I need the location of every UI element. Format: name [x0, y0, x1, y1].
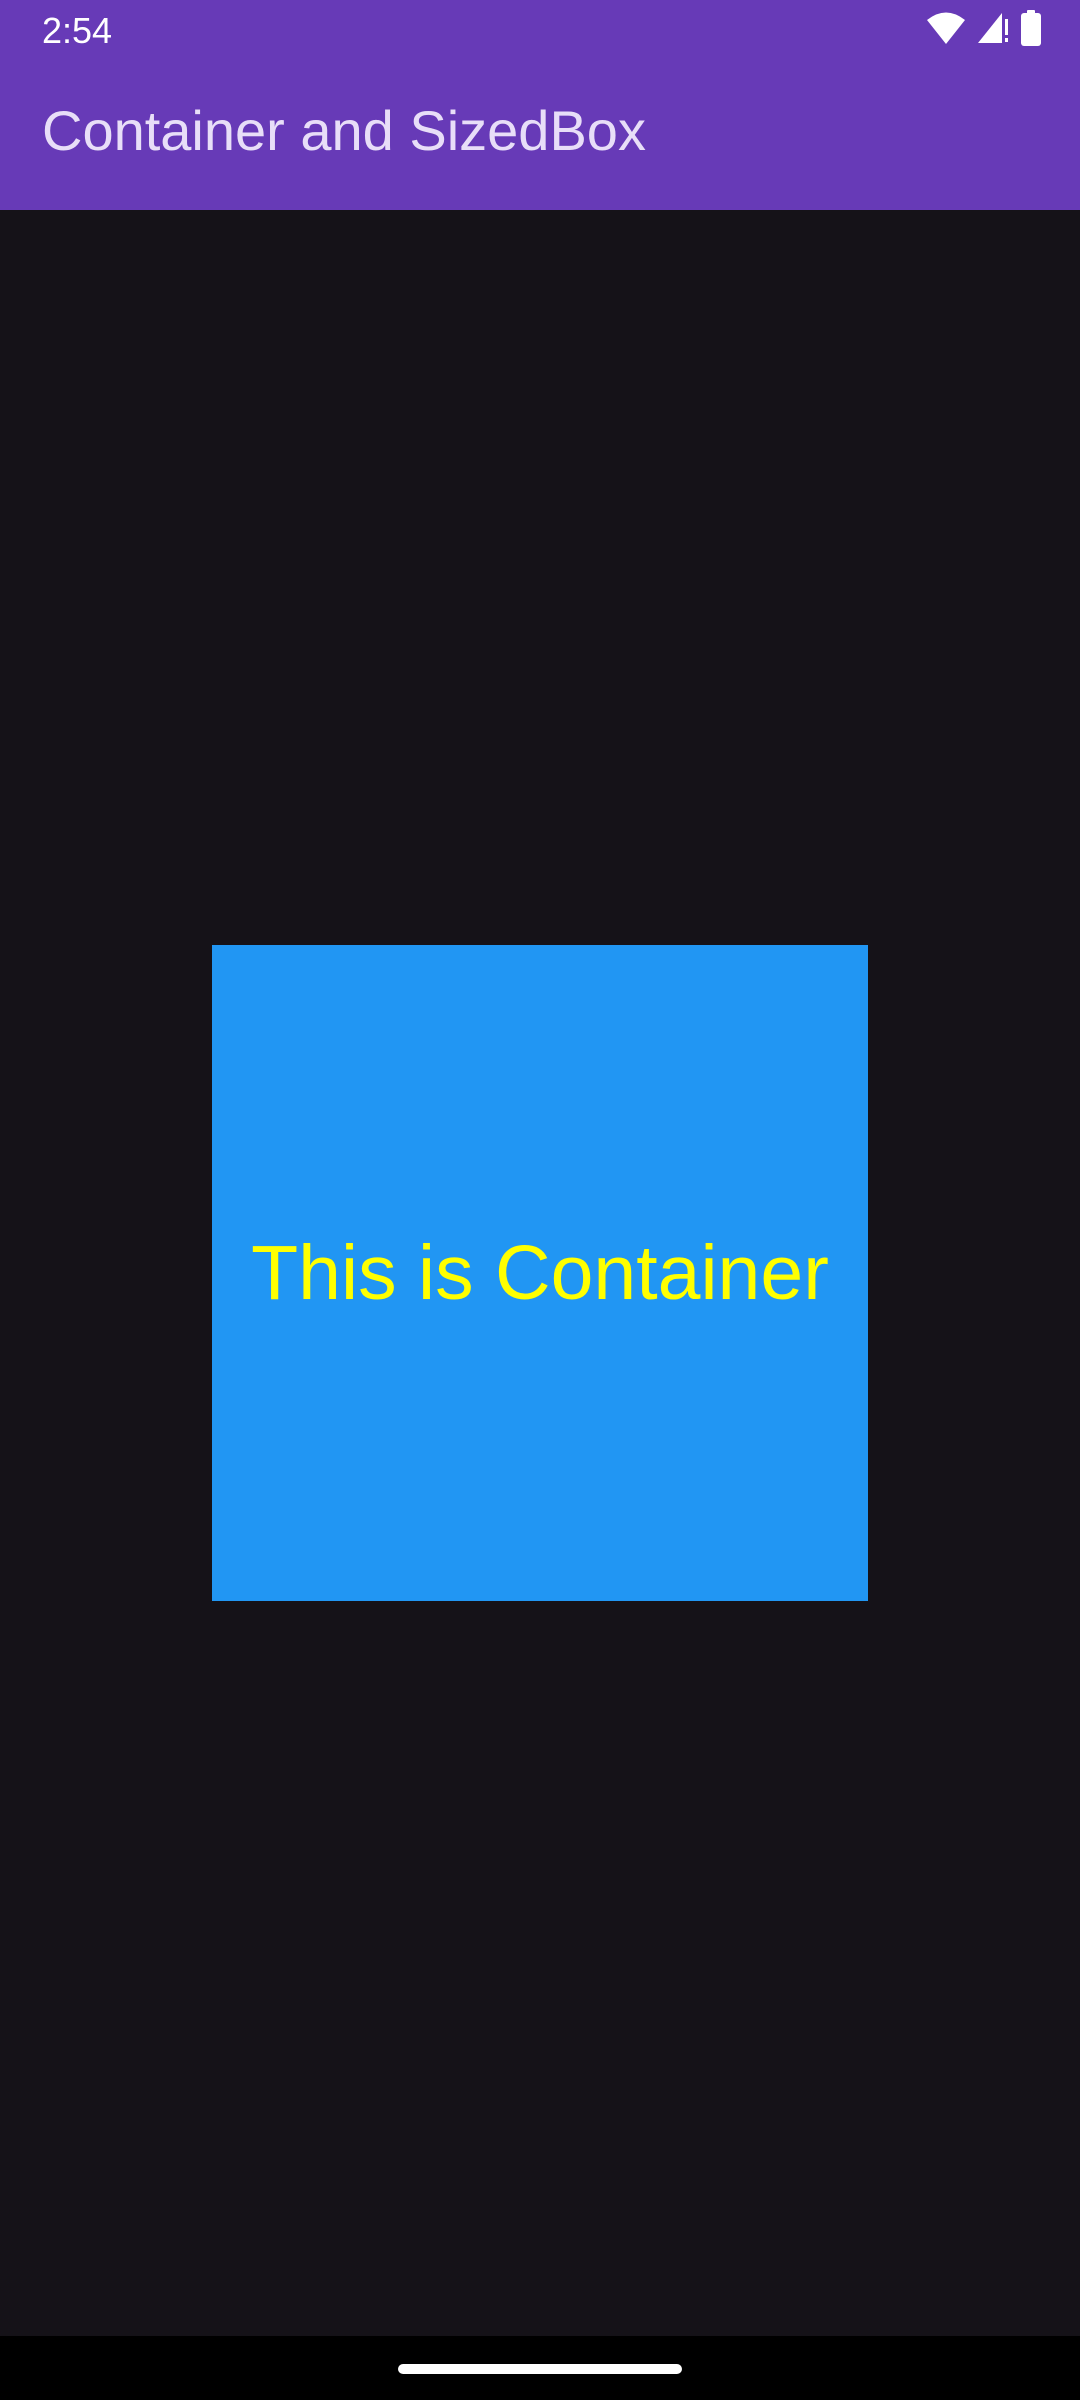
- app-bar: Container and SizedBox: [0, 62, 1080, 210]
- blue-container: This is Container: [212, 945, 868, 1601]
- signal-icon: [976, 11, 1010, 50]
- page-title: Container and SizedBox: [42, 99, 646, 162]
- home-indicator[interactable]: [398, 2364, 682, 2374]
- status-time: 2:54: [42, 10, 113, 51]
- navigation-bar: [0, 2336, 1080, 2400]
- wifi-icon: [926, 11, 966, 50]
- app-screen: 2:54 Container and SizedBox This is Cont…: [0, 0, 1080, 2400]
- status-icons: [926, 9, 1042, 51]
- battery-icon: [1020, 9, 1042, 51]
- status-bar: 2:54: [0, 0, 1080, 62]
- container-text: This is Container: [251, 1229, 829, 1316]
